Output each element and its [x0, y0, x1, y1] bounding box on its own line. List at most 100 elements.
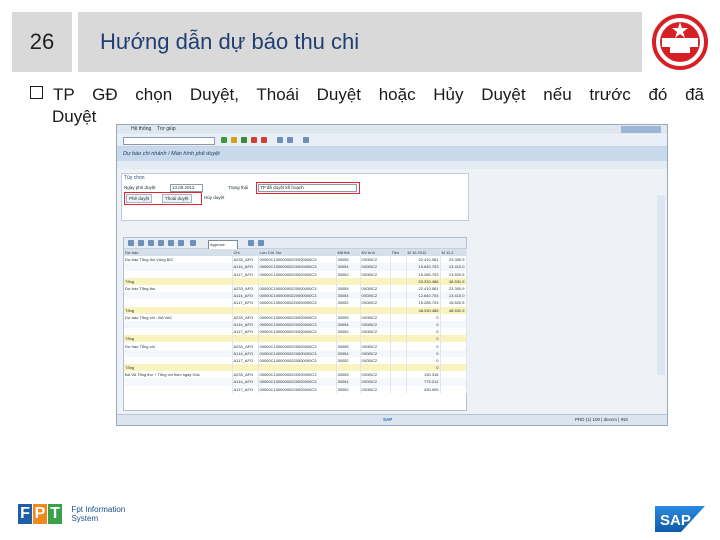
grid-cell	[124, 356, 233, 364]
export-icon[interactable]	[248, 240, 254, 246]
command-field[interactable]	[123, 137, 215, 145]
table-row[interactable]: Dự báo Tổng thu A233_AFO 00000C10000000220…	[124, 284, 467, 293]
exit-icon[interactable]	[251, 137, 257, 143]
grid-cell	[390, 349, 407, 357]
grid-cell: 00000C10000000220000000C3	[258, 313, 337, 321]
col-header[interactable]: Dự báo	[124, 249, 233, 257]
grid-cell	[336, 364, 361, 372]
status-label: Trạng thái	[228, 185, 249, 190]
grid-cell: 30054	[336, 263, 361, 271]
application-toolbar	[117, 161, 667, 169]
results-grid: Approve Dự báo Chi Lưu Ctrl. No Mã thẻ Đ…	[123, 237, 467, 411]
details-icon[interactable]	[128, 240, 134, 246]
menu-system[interactable]: Hệ thống	[131, 126, 151, 132]
grid-cell	[440, 371, 467, 379]
grid-cell	[440, 364, 467, 372]
grid-cell: 0XDBC2	[360, 263, 391, 271]
menu-help[interactable]: Trợ giúp	[157, 126, 176, 132]
table-row[interactable]: A114_AFO 00000C10000000220000000C3 30054 0X…	[124, 349, 467, 357]
sap-logo-text: SAP	[660, 512, 691, 529]
grid-cell: 30055	[336, 371, 361, 379]
window-controls[interactable]	[621, 126, 661, 133]
table-row[interactable]: A117_AFO 00000C10000000220000000C3 30052 0X…	[124, 270, 467, 278]
sap-statusbar: SAP PRD (1) 100 | devcm | INS	[117, 414, 667, 425]
grid-cell	[360, 364, 391, 372]
save-icon[interactable]	[231, 137, 237, 143]
table-row[interactable]: Dự báo Tổng thu Vùng B/C A233_AFO 00000C10…	[124, 256, 467, 264]
grid-cell	[124, 349, 233, 357]
subtotal-row[interactable]: Tổng 48.330.486 48.531.9	[124, 306, 467, 314]
grid-cell: A117_AFO	[232, 299, 259, 307]
screen-titlebar: Dự báo chi nhánh / Màn hình phê duyệt	[117, 147, 667, 161]
table-row[interactable]: A114_AFO 00000C10000000220000000C3 30054 0X…	[124, 320, 467, 329]
table-row[interactable]: A114_AFO 00000C10000000220000000C3 30054 0X…	[124, 263, 467, 271]
find-icon[interactable]	[287, 137, 293, 143]
back-icon[interactable]	[241, 137, 247, 143]
grid-cell: 430.005	[406, 385, 441, 393]
grid-cell	[258, 306, 337, 314]
vertical-scrollbar[interactable]	[657, 195, 665, 375]
table-row[interactable]: Dự báo Tổng chi - BA VAC A233_AFO 00000C10…	[124, 313, 467, 321]
print-icon[interactable]	[277, 137, 283, 143]
grid-cell: 130.316	[406, 371, 441, 379]
status-highlight	[256, 182, 360, 194]
grid-cell: 0XDBC2	[360, 270, 391, 278]
sap-menubar: Hệ thống Trợ giúp	[117, 125, 667, 134]
grid-cell: 30054	[336, 320, 361, 329]
col-header[interactable]: Tiền	[390, 249, 407, 257]
col-header[interactable]: M 10.2012	[406, 249, 441, 257]
grid-cell: 0	[406, 313, 441, 321]
col-header[interactable]: Chi	[232, 249, 259, 257]
subtotal-row[interactable]: Tổng 53.330.486 48.531.9	[124, 277, 467, 285]
filter-icon[interactable]	[158, 240, 164, 246]
subtotal-row[interactable]: Tổng 0	[124, 364, 467, 372]
cancel-icon[interactable]	[261, 137, 267, 143]
grid-cell: Dự báo Tổng thu	[124, 284, 233, 293]
col-header[interactable]: Mã thẻ	[336, 249, 361, 257]
table-row[interactable]: BA VA Tổng thu + Tổng chi theo ngày Gốc A…	[124, 371, 467, 379]
enter-icon[interactable]	[221, 137, 227, 143]
sort-desc-icon[interactable]	[148, 240, 154, 246]
table-row[interactable]: A117_AFO 00000C10000000220000000C3 30052 0X…	[124, 299, 467, 307]
sum-icon[interactable]	[168, 240, 174, 246]
grid-cell: 0XDBC2	[360, 378, 391, 386]
grid-cell: 00000C10000000220000000C3	[258, 328, 337, 336]
grid-cell	[232, 335, 259, 343]
grid-cell: 30054	[336, 292, 361, 300]
table-row[interactable]: A114_AFO 00000C10000000220000000C3 30054 0X…	[124, 378, 467, 386]
grid-cell: 00000C10000000220000000C3	[258, 371, 337, 379]
subtotal-row[interactable]: Tổng 0	[124, 335, 467, 343]
layout-icon[interactable]	[258, 240, 264, 246]
col-header[interactable]: M 11.2	[440, 249, 467, 257]
grid-cell: Dự báo Tổng chi	[124, 342, 233, 350]
grid-cell	[390, 313, 407, 321]
table-row[interactable]: A117_AFO 00000C10000000220000000C3 30052 0X…	[124, 385, 467, 393]
grid-cell: 0XDBC2	[360, 342, 391, 350]
grid-cell: 13.520.5	[440, 270, 467, 278]
grid-cell	[360, 306, 391, 314]
subtotal-icon[interactable]	[178, 240, 184, 246]
print-icon[interactable]	[190, 240, 196, 246]
table-row[interactable]: A114_AFO 00000C10000000220000000C3 30054 0X…	[124, 292, 467, 300]
grid-cell: A114_AFO	[232, 263, 259, 271]
grid-cell: 0XDBC2	[360, 320, 391, 329]
table-row[interactable]: Dự báo Tổng chi A233_AFO 00000C10000000220…	[124, 342, 467, 350]
grid-cell: 30055	[336, 256, 361, 264]
grid-cell: A117_AFO	[232, 385, 259, 393]
popup-item[interactable]: Approve	[210, 242, 225, 247]
grid-cell	[440, 328, 467, 336]
emblem-logo	[648, 12, 712, 72]
grid-cell	[258, 335, 337, 343]
grid-cell: 0XDBC2	[360, 328, 391, 336]
col-header[interactable]: Lưu Ctrl. No	[258, 249, 337, 257]
sort-asc-icon[interactable]	[138, 240, 144, 246]
table-row[interactable]: A117_AFO 00000C10000000220000000C3 30052 0X…	[124, 328, 467, 336]
help-icon[interactable]	[303, 137, 309, 143]
grid-cell: 00000C10000000220000000C3	[258, 342, 337, 350]
col-header[interactable]: ĐV tính	[360, 249, 391, 257]
grid-cell: 0XDBC2	[360, 299, 391, 307]
cancel-approval-button[interactable]: Hủy duyệt	[204, 195, 224, 200]
period-input[interactable]: 13.09.2012	[170, 184, 203, 192]
fpt-letter-t: T	[48, 504, 62, 524]
table-row[interactable]: A117_AFO 00000C10000000220000000C3 30052 0X…	[124, 356, 467, 364]
